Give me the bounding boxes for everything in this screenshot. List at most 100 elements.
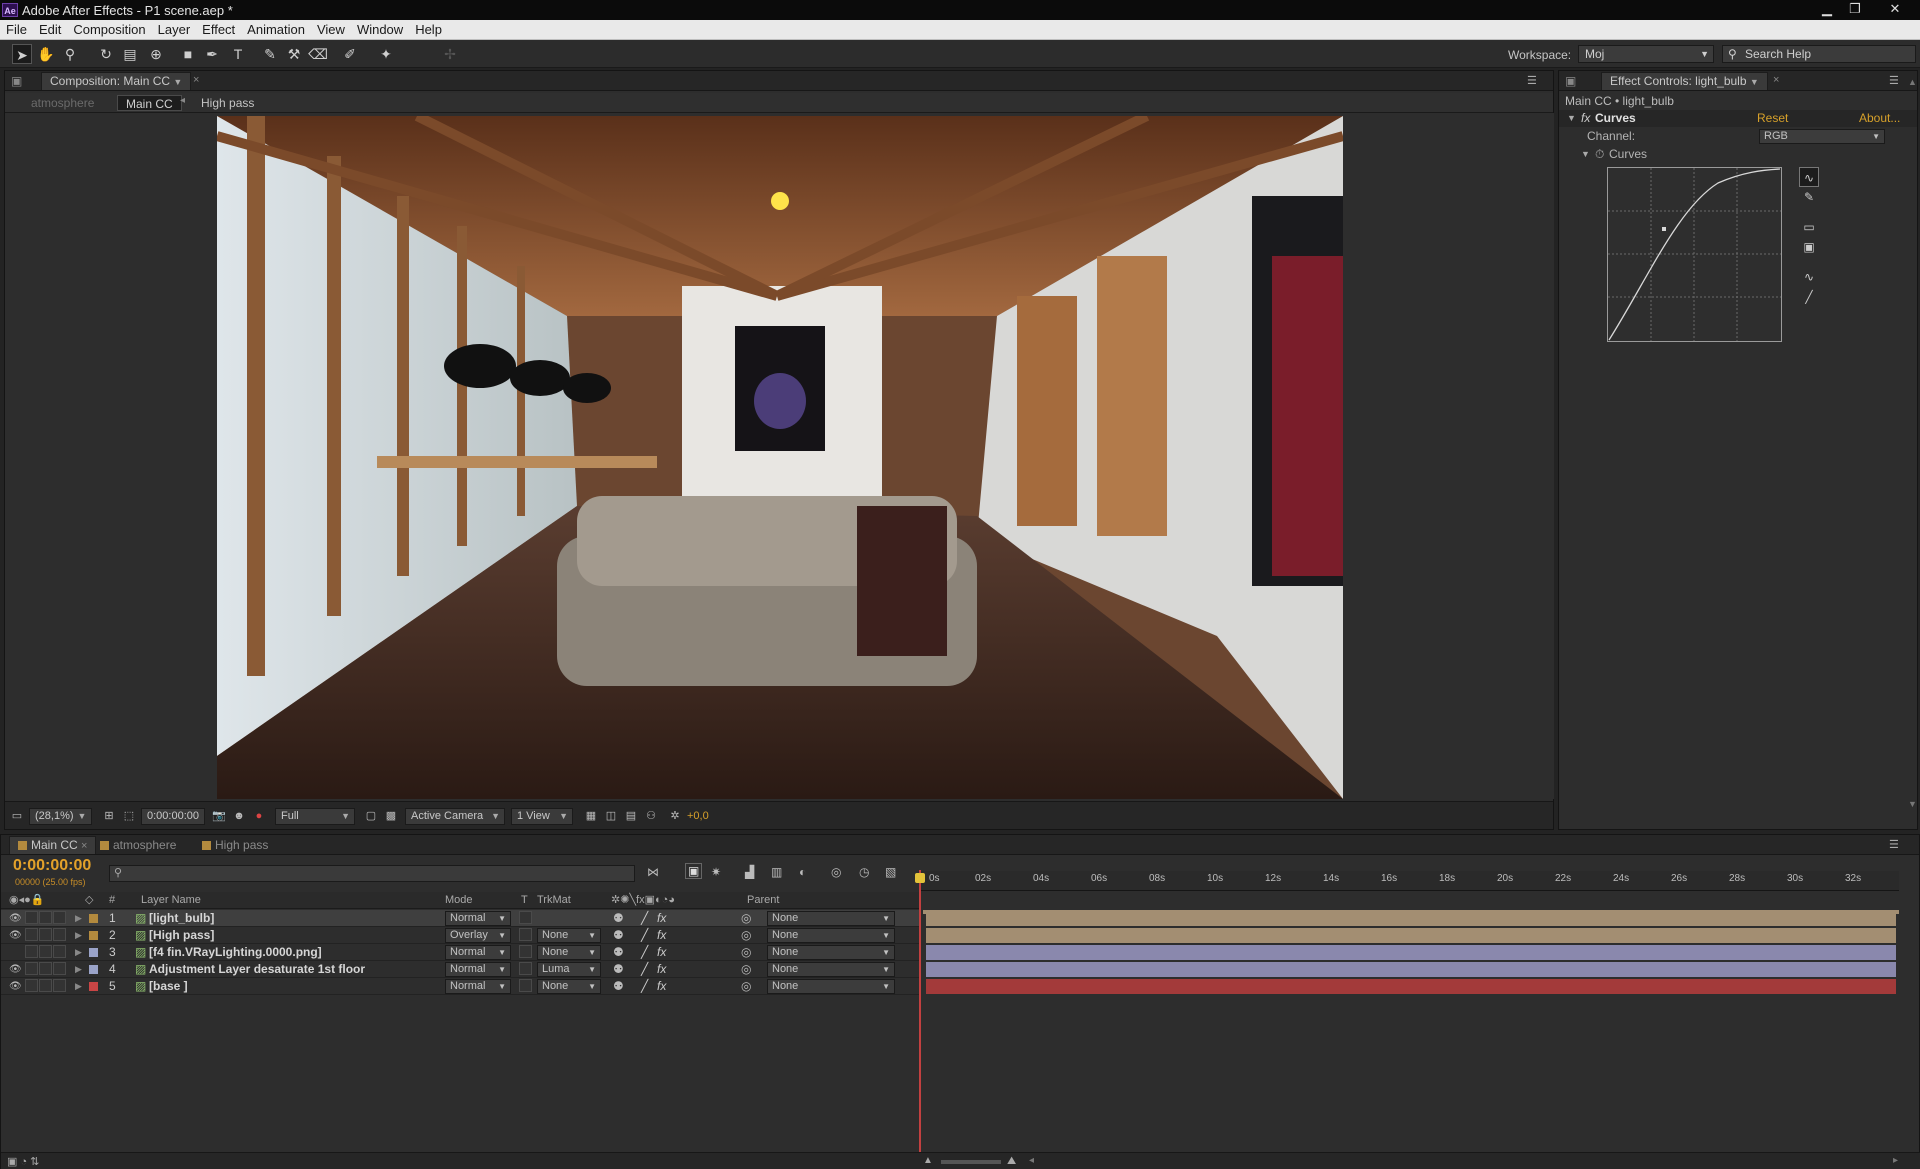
breadcrumb-main-cc[interactable]: Main CC [117,95,182,111]
workspace-select[interactable]: Moj ▼ [1578,45,1714,63]
chevron-down-icon[interactable]: ▼ [173,77,182,87]
quality-icon[interactable]: ╱ [641,927,648,944]
trkmat-select[interactable]: None ▼ [537,945,601,960]
exposure-icon[interactable]: ✲ [667,808,683,825]
shy-icon[interactable]: ⚉ [613,944,624,961]
preserve-transparency-switch[interactable] [519,945,532,958]
layer-duration-bar[interactable] [926,928,1896,943]
solo-switch[interactable] [39,928,52,941]
brush-tool-icon[interactable]: ✎ [260,44,280,64]
mode-select[interactable]: Normal ▼ [445,911,511,926]
show-snapshot-icon[interactable]: ☻ [231,808,247,825]
breadcrumb-high-pass[interactable]: High pass [193,95,262,111]
scroll-down-icon[interactable]: ▼ [1908,799,1917,809]
smooth-icon[interactable]: ∿ [1799,267,1819,287]
open-folder-icon[interactable]: ▭ [1799,217,1819,237]
curve-mode-icon[interactable]: ∿ [1799,167,1819,187]
audio-switch[interactable] [25,962,38,975]
shy-icon[interactable]: ⚉ [613,910,624,927]
flowchart-icon[interactable]: ⚇ [643,808,659,825]
solo-switch[interactable] [39,962,52,975]
scroll-right-icon[interactable]: ▸ [1893,1155,1898,1166]
view-layout-select[interactable]: 1 View ▼ [511,808,573,825]
scroll-left-icon[interactable]: ◂ [1029,1155,1034,1166]
fx-icon[interactable]: fx [657,978,666,995]
fx-icon[interactable]: fx [1581,110,1590,127]
disclosure-triangle-icon[interactable]: ▼ [1581,146,1590,163]
type-tool-icon[interactable]: T [228,44,248,64]
shy-icon[interactable]: ⚉ [613,978,624,995]
resolution-select[interactable]: Full ▼ [275,808,355,825]
label-color-swatch[interactable] [89,982,98,991]
rotation-tool-icon[interactable]: ↻ [96,44,116,64]
layer-duration-bar[interactable] [926,945,1896,960]
layer-search-input[interactable]: ⚲ [109,865,635,882]
solo-switch[interactable] [39,945,52,958]
panel-menu-icon[interactable]: ☰ [1889,838,1899,851]
table-row[interactable]: 👁 ▶ 5 ▨ [base ] Normal ▼ None ▼ ⚉ ╱ fx ◎ None ▼ [1,978,919,995]
hand-tool-icon[interactable]: ✋ [36,44,56,64]
label-color-swatch[interactable] [89,948,98,957]
close-icon[interactable]: × [1773,74,1779,86]
puppet-tool-icon[interactable]: ✦ [376,44,396,64]
table-row[interactable]: ▶ 3 ▨ [f4 fin.VRayLighting.0000.png] Normal ▼… [1,944,919,961]
frame-blending-icon[interactable]: ▥ [771,865,782,879]
hide-shy-layers-icon[interactable]: ▟ [745,865,754,879]
parent-select[interactable]: None ▼ [767,979,895,994]
exposure-value[interactable]: +0,0 [687,810,709,822]
zoom-out-icon[interactable]: ▲ [923,1155,933,1166]
lock-switch[interactable] [53,911,66,924]
zoom-select[interactable]: (28,1%) ▼ [29,808,93,825]
solo-switch[interactable] [39,979,52,992]
current-time-timecode[interactable]: 0:00:00:00 [13,857,91,875]
expand-triangle-icon[interactable]: ▶ [75,927,82,944]
pick-whip-icon[interactable]: ◎ [741,944,751,961]
quality-icon[interactable]: ╱ [641,944,648,961]
layer-duration-bar[interactable] [926,979,1896,994]
layer-duration-bar[interactable] [926,962,1896,977]
pan-behind-tool-icon[interactable]: ⊕ [146,44,166,64]
menu-composition[interactable]: Composition [67,20,151,40]
pick-whip-icon[interactable]: ◎ [741,961,751,978]
timeline-icon[interactable]: ▤ [623,808,639,825]
mode-select[interactable]: Overlay ▼ [445,928,511,943]
table-row[interactable]: 👁 ▶ 4 ▨ Adjustment Layer desaturate 1st floo… [1,961,919,978]
close-button[interactable]: ✕ [1884,2,1906,18]
label-color-swatch[interactable] [89,965,98,974]
menu-view[interactable]: View [311,20,351,40]
eraser-tool-icon[interactable]: ⌫ [308,44,328,64]
audio-switch[interactable] [25,911,38,924]
expand-triangle-icon[interactable]: ▶ [75,944,82,961]
close-icon[interactable]: × [81,840,87,852]
effect-curves-row[interactable]: ▼ fx Curves Reset About... [1559,110,1917,127]
panel-menu-icon[interactable]: ☰ [1527,74,1537,87]
preserve-transparency-switch[interactable] [519,928,532,941]
channels-icon[interactable]: ● [251,808,267,825]
menu-help[interactable]: Help [409,20,448,40]
layer-duration-bar[interactable] [926,911,1896,926]
render-preview[interactable] [217,116,1343,799]
audio-switch[interactable] [25,928,38,941]
current-time-indicator[interactable] [919,870,921,1152]
quality-icon[interactable]: ╱ [641,961,648,978]
parent-select[interactable]: None ▼ [767,928,895,943]
panel-menu-icon[interactable]: ☰ [1889,74,1899,87]
draft-3d-icon[interactable]: ✷ [711,865,721,879]
fx-icon[interactable]: fx [657,961,666,978]
playhead-handle-icon[interactable] [915,873,925,883]
label-color-swatch[interactable] [89,931,98,940]
breadcrumb-atmosphere[interactable]: atmosphere [23,95,102,111]
fast-previews-icon[interactable]: ◫ [603,808,619,825]
expand-triangle-icon[interactable]: ▶ [75,910,82,927]
search-help-input[interactable]: ⚲ Search Help [1722,45,1916,63]
current-time-display[interactable]: 0:00:00:00 [141,808,205,825]
quality-icon[interactable]: ╱ [641,978,648,995]
about-link[interactable]: About... [1859,110,1900,127]
toggle-pixel-aspect-icon[interactable]: ▦ [583,808,599,825]
safe-margins-icon[interactable]: ⊞ [101,808,117,825]
mode-select[interactable]: Normal ▼ [445,979,511,994]
comp-mini-flowchart-icon[interactable]: ⋈ [647,865,659,879]
parent-select[interactable]: None ▼ [767,911,895,926]
lock-switch[interactable] [53,928,66,941]
graph-editor-icon[interactable]: ▧ [885,865,896,879]
